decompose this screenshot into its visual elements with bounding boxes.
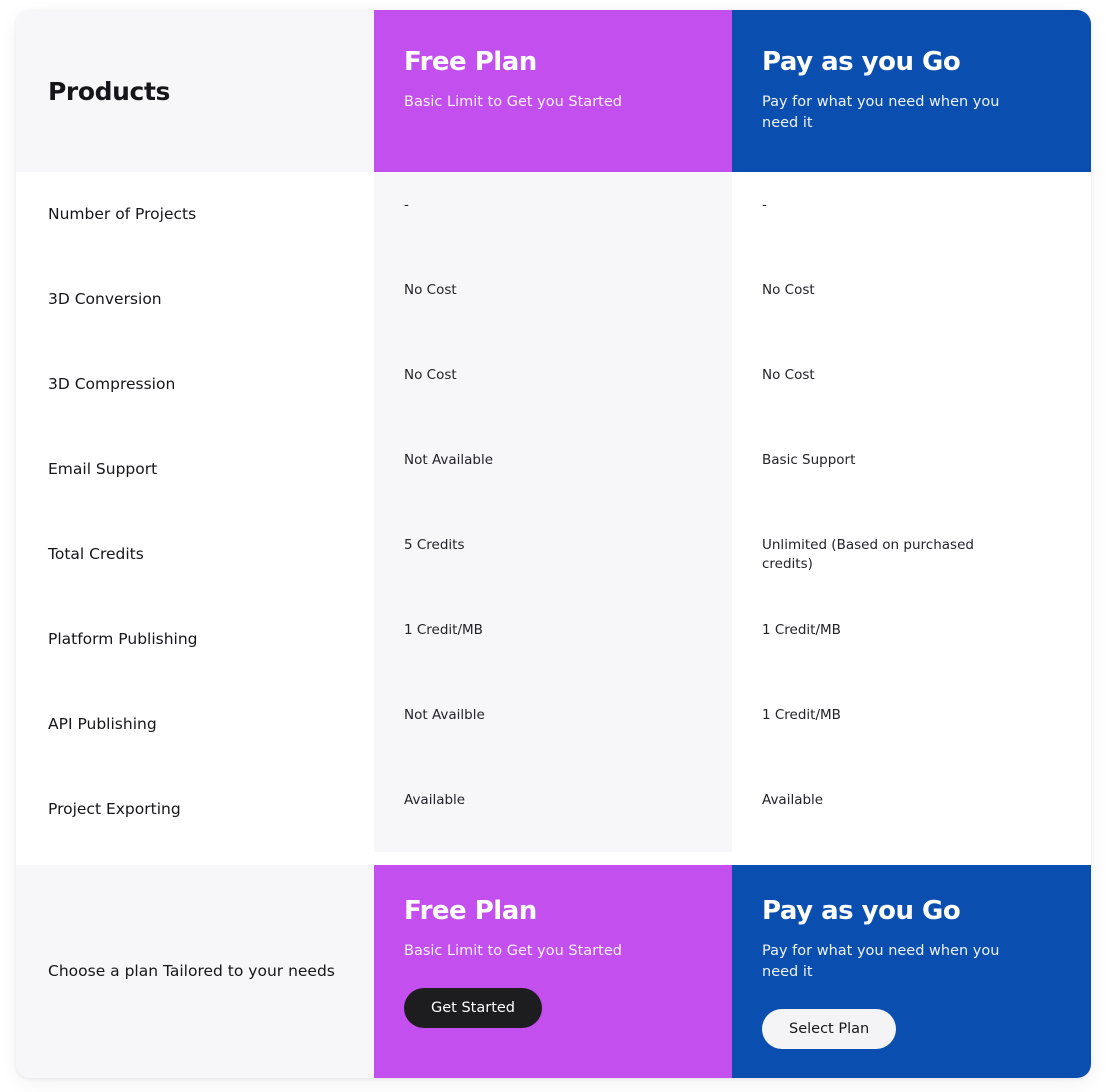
plan-name-free: Free Plan bbox=[404, 47, 537, 77]
feature-label: API Publishing bbox=[48, 715, 157, 734]
value-payg: - bbox=[762, 197, 767, 213]
feature-label-cell: Total Credits bbox=[16, 512, 374, 597]
value-free: Not Available bbox=[404, 452, 494, 468]
value-cell-free: Not Available bbox=[374, 427, 732, 512]
value-cell-free: 1 Credit/MB bbox=[374, 597, 732, 682]
value-cell-free: Available bbox=[374, 767, 732, 852]
value-cell-payg: 1 Credit/MB bbox=[732, 597, 1091, 682]
value-cell-free: No Cost bbox=[374, 342, 732, 427]
feature-label-cell: Number of Projects bbox=[16, 172, 374, 257]
feature-label-cell: Email Support bbox=[16, 427, 374, 512]
table-row: 3D Conversion No Cost No Cost bbox=[16, 257, 1091, 342]
value-payg: No Cost bbox=[762, 282, 815, 298]
footer-plan-name-free: Free Plan bbox=[404, 896, 537, 926]
value-cell-payg: Available bbox=[732, 767, 1091, 852]
feature-label-cell: API Publishing bbox=[16, 682, 374, 767]
value-free: - bbox=[404, 197, 409, 213]
value-free: 1 Credit/MB bbox=[404, 622, 483, 638]
footer-cell-pay-as-you-go: Pay as you Go Pay for what you need when… bbox=[732, 865, 1091, 1078]
table-row: Total Credits 5 Credits Unlimited (Based… bbox=[16, 512, 1091, 597]
feature-label: Number of Projects bbox=[48, 205, 197, 224]
value-free: No Cost bbox=[404, 282, 457, 298]
feature-label-cell: Project Exporting bbox=[16, 767, 374, 852]
pricing-comparison-card: Products Free Plan Basic Limit to Get yo… bbox=[16, 10, 1091, 1078]
value-payg: No Cost bbox=[762, 367, 815, 383]
value-free: Not Availble bbox=[404, 707, 485, 723]
header-cell-pay-as-you-go: Pay as you Go Pay for what you need when… bbox=[732, 10, 1091, 172]
header-cell-free-plan: Free Plan Basic Limit to Get you Started bbox=[374, 10, 732, 172]
value-cell-payg: No Cost bbox=[732, 257, 1091, 342]
value-cell-free: No Cost bbox=[374, 257, 732, 342]
table-row: Project Exporting Available Available bbox=[16, 767, 1091, 852]
footer-note: Choose a plan Tailored to your needs bbox=[48, 961, 335, 980]
value-payg: Available bbox=[762, 792, 824, 808]
header-cell-products: Products bbox=[16, 10, 374, 172]
value-cell-free: 5 Credits bbox=[374, 512, 732, 597]
table-row: Platform Publishing 1 Credit/MB 1 Credit… bbox=[16, 597, 1091, 682]
table-row: API Publishing Not Availble 1 Credit/MB bbox=[16, 682, 1091, 767]
value-free: Available bbox=[404, 792, 466, 808]
value-free: 5 Credits bbox=[404, 537, 465, 553]
value-free: No Cost bbox=[404, 367, 457, 383]
value-cell-payg: 1 Credit/MB bbox=[732, 682, 1091, 767]
value-payg: Basic Support bbox=[762, 452, 856, 468]
footer-cell-free-plan: Free Plan Basic Limit to Get you Started… bbox=[374, 865, 732, 1078]
table-header-row: Products Free Plan Basic Limit to Get yo… bbox=[16, 10, 1091, 172]
footer-cell-note: Choose a plan Tailored to your needs bbox=[16, 865, 374, 1078]
feature-rows: Number of Projects - - 3D Conversion No … bbox=[16, 172, 1091, 865]
footer-plan-name-payg: Pay as you Go bbox=[762, 896, 961, 926]
plan-tagline-free: Basic Limit to Get you Started bbox=[404, 93, 622, 110]
table-row: Email Support Not Available Basic Suppor… bbox=[16, 427, 1091, 512]
select-plan-button[interactable]: Select Plan bbox=[762, 1008, 897, 1050]
feature-label: Total Credits bbox=[48, 545, 144, 564]
page-title: Products bbox=[48, 76, 170, 106]
feature-label: Platform Publishing bbox=[48, 630, 198, 649]
feature-label: 3D Compression bbox=[48, 375, 176, 394]
feature-label-cell: Platform Publishing bbox=[16, 597, 374, 682]
table-footer-row: Choose a plan Tailored to your needs Fre… bbox=[16, 865, 1091, 1078]
table-row: 3D Compression No Cost No Cost bbox=[16, 342, 1091, 427]
value-cell-free: - bbox=[374, 172, 732, 257]
value-cell-payg: No Cost bbox=[732, 342, 1091, 427]
footer-plan-tagline-payg: Pay for what you need when you need it bbox=[762, 942, 1000, 980]
value-cell-free: Not Availble bbox=[374, 682, 732, 767]
value-payg: Unlimited (Based on purchased credits) bbox=[762, 537, 974, 573]
value-payg: 1 Credit/MB bbox=[762, 622, 841, 638]
feature-label: Project Exporting bbox=[48, 800, 181, 819]
value-cell-payg: - bbox=[732, 172, 1091, 257]
footer-plan-tagline-free: Basic Limit to Get you Started bbox=[404, 942, 622, 959]
plan-tagline-payg: Pay for what you need when you need it bbox=[762, 93, 1000, 131]
feature-label: Email Support bbox=[48, 460, 158, 479]
feature-label-cell: 3D Compression bbox=[16, 342, 374, 427]
get-started-button[interactable]: Get Started bbox=[404, 987, 542, 1029]
feature-label-cell: 3D Conversion bbox=[16, 257, 374, 342]
value-cell-payg: Basic Support bbox=[732, 427, 1091, 512]
feature-label: 3D Conversion bbox=[48, 290, 162, 309]
value-payg: 1 Credit/MB bbox=[762, 707, 841, 723]
plan-name-payg: Pay as you Go bbox=[762, 47, 961, 77]
table-row: Number of Projects - - bbox=[16, 172, 1091, 257]
value-cell-payg: Unlimited (Based on purchased credits) bbox=[732, 512, 1091, 597]
